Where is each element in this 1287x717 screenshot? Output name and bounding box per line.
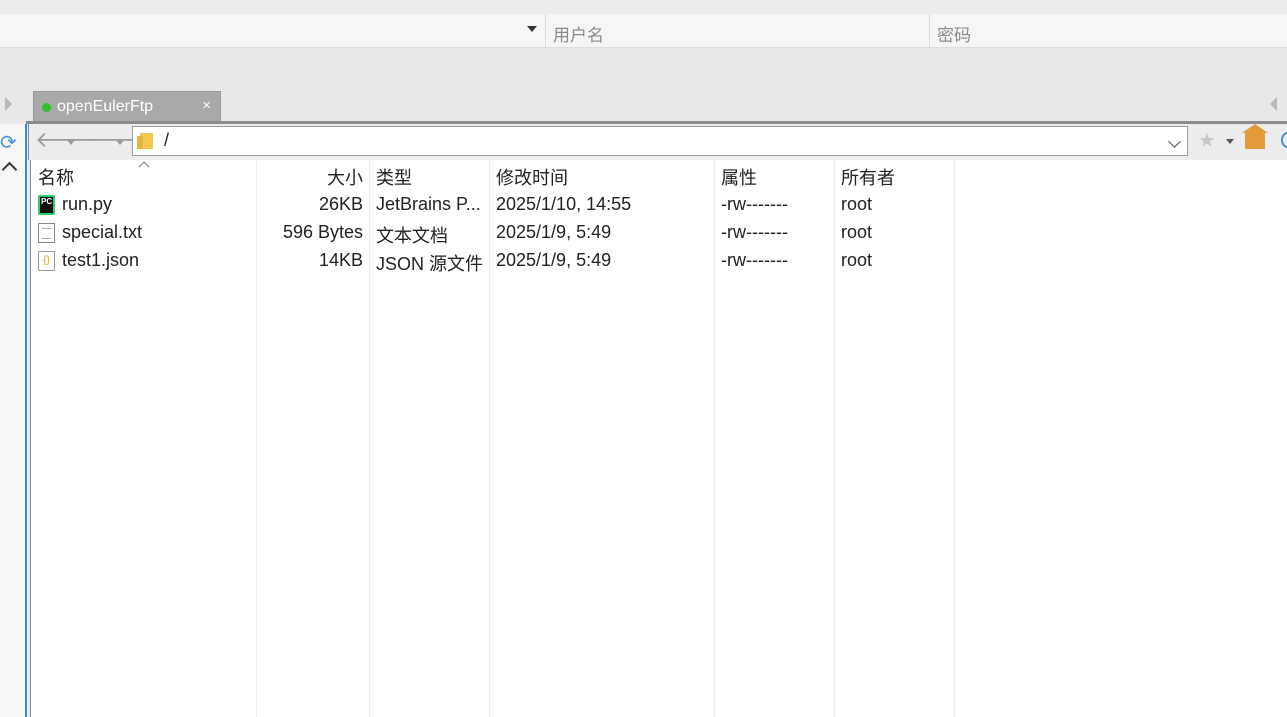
top-strip (0, 0, 1287, 14)
refresh-icon[interactable]: ⟳ (0, 130, 17, 155)
tab-scroll-right-icon[interactable] (1270, 97, 1277, 111)
connection-bar: 用户名 密码 (0, 14, 1287, 48)
tab-label: openEulerFtp (57, 98, 154, 115)
username-placeholder: 用户名 (553, 26, 604, 45)
header-owner[interactable]: 所有者 (841, 164, 895, 190)
file-size: 26KB (318, 194, 363, 214)
favorites-dropdown-icon[interactable] (1226, 139, 1234, 144)
table-row[interactable]: special.txt 596 Bytes 文本文档 2025/1/9, 5:4… (31, 219, 1287, 247)
file-type: 文本文档 (376, 226, 448, 246)
file-name: special.txt (62, 222, 143, 242)
file-type: JSON 源文件 (376, 254, 484, 274)
header-attributes[interactable]: 属性 (721, 164, 757, 190)
header-size[interactable]: 大小 (257, 164, 363, 190)
pycharm-file-icon: PC (38, 195, 55, 215)
search-icon[interactable] (1281, 131, 1287, 149)
username-input[interactable]: 用户名 (546, 14, 930, 47)
header-modified[interactable]: 修改时间 (496, 164, 568, 190)
json-file-icon: {} (38, 251, 55, 271)
file-list: 名称 大小 类型 修改时间 属性 所有者 PC run.py 26KB JetB… (30, 160, 1287, 717)
host-dropdown-icon[interactable] (527, 26, 537, 32)
path-input[interactable]: / (132, 126, 1188, 156)
path-text: / (164, 130, 170, 150)
tab-bar: openEulerFtp × (0, 48, 1287, 123)
file-modified: 2025/1/9, 5:49 (496, 250, 612, 270)
text-file-icon (38, 223, 55, 243)
connected-status-icon (42, 103, 51, 112)
navigation-toolbar: 🡐 🡒 / ★ (28, 124, 1287, 160)
close-tab-icon[interactable]: × (202, 97, 211, 114)
file-name: test1.json (62, 250, 140, 270)
password-input[interactable]: 密码 (930, 14, 1287, 47)
file-owner: root (841, 250, 873, 270)
header-name[interactable]: 名称 (38, 164, 74, 190)
sort-ascending-icon (138, 161, 150, 173)
forward-history-dropdown-icon[interactable] (116, 140, 124, 145)
file-attributes: -rw------- (721, 194, 788, 214)
home-icon[interactable] (1242, 124, 1268, 149)
file-size: 596 Bytes (282, 222, 363, 242)
file-size: 14KB (318, 250, 363, 270)
file-owner: root (841, 222, 873, 242)
host-input[interactable] (0, 14, 546, 47)
tab-openeulerftp[interactable]: openEulerFtp × (33, 91, 221, 123)
left-side-panel: ⟳ (0, 124, 27, 717)
file-owner: root (841, 194, 873, 214)
collapse-up-icon[interactable] (1, 161, 18, 178)
header-type[interactable]: 类型 (376, 164, 412, 190)
file-attributes: -rw------- (721, 250, 788, 270)
file-type: JetBrains P... (376, 194, 481, 214)
favorite-star-icon[interactable]: ★ (1198, 128, 1216, 153)
password-placeholder: 密码 (937, 26, 971, 45)
table-row[interactable]: PC run.py 26KB JetBrains P... 2025/1/10,… (31, 191, 1287, 219)
file-modified: 2025/1/9, 5:49 (496, 222, 612, 242)
file-attributes: -rw------- (721, 222, 788, 242)
folder-icon (137, 133, 153, 149)
tab-scroll-left-icon[interactable] (5, 97, 12, 111)
table-row[interactable]: {} test1.json 14KB JSON 源文件 2025/1/9, 5:… (31, 247, 1287, 275)
file-name: run.py (62, 194, 113, 214)
back-history-dropdown-icon[interactable] (67, 140, 75, 145)
chevron-down-icon[interactable] (1168, 135, 1181, 148)
file-modified: 2025/1/10, 14:55 (496, 194, 632, 214)
